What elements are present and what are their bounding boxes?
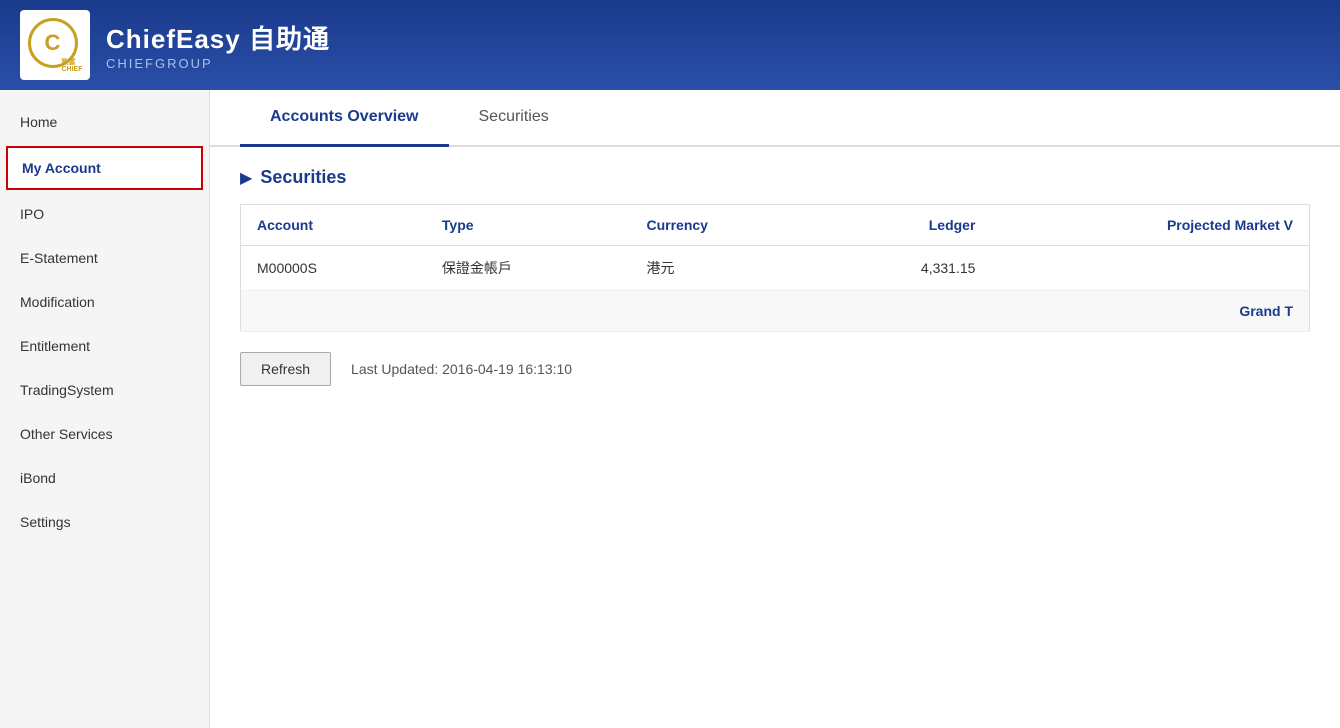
table-row: M00000S 保證金帳戶 港元 4,331.15 — [241, 246, 1310, 291]
tab-bar: Accounts Overview Securities — [210, 90, 1340, 147]
cell-type: 保證金帳戶 — [426, 246, 631, 291]
sidebar-item-entitlement[interactable]: Entitlement — [0, 324, 209, 368]
section-title: Securities — [260, 167, 346, 188]
sidebar-item-ibond[interactable]: iBond — [0, 456, 209, 500]
header-title: ChiefEasy 自助通 CHIEFGROUP — [106, 19, 330, 71]
main-layout: Home My Account IPO E-Statement Modifica… — [0, 90, 1340, 728]
content-area: Accounts Overview Securities ▶ Securitie… — [210, 90, 1340, 728]
footer-area: Refresh Last Updated: 2016-04-19 16:13:1… — [240, 352, 1310, 386]
sidebar-item-settings[interactable]: Settings — [0, 500, 209, 544]
cell-account: M00000S — [241, 246, 426, 291]
table-header-row: Account Type Currency Ledger Projected M… — [241, 205, 1310, 246]
sidebar-item-home[interactable]: Home — [0, 100, 209, 144]
refresh-button[interactable]: Refresh — [240, 352, 331, 386]
col-projected-market: Projected Market V — [991, 205, 1309, 246]
app-name: ChiefEasy 自助通 — [106, 19, 330, 56]
sidebar-item-trading-system[interactable]: TradingSystem — [0, 368, 209, 412]
sidebar-item-e-statement[interactable]: E-Statement — [0, 236, 209, 280]
app-header: C 致富CHIEF ChiefEasy 自助通 CHIEFGROUP — [0, 0, 1340, 90]
last-updated-text: Last Updated: 2016-04-19 16:13:10 — [351, 361, 572, 377]
securities-table: Account Type Currency Ledger Projected M… — [240, 204, 1310, 332]
section-arrow-icon: ▶ — [240, 168, 252, 188]
section-header: ▶ Securities — [240, 167, 1310, 188]
cell-currency: 港元 — [630, 246, 817, 291]
sidebar-item-other-services[interactable]: Other Services — [0, 412, 209, 456]
sidebar-item-my-account[interactable]: My Account — [6, 146, 203, 190]
tab-accounts-overview[interactable]: Accounts Overview — [240, 90, 449, 147]
col-account: Account — [241, 205, 426, 246]
logo-inner: C 致富CHIEF — [28, 18, 83, 73]
logo-sub-text: 致富CHIEF — [62, 59, 83, 73]
table-wrapper: Account Type Currency Ledger Projected M… — [240, 204, 1310, 332]
sidebar-item-ipo[interactable]: IPO — [0, 192, 209, 236]
logo-c-letter: C — [45, 30, 61, 56]
sidebar-item-modification[interactable]: Modification — [0, 280, 209, 324]
col-currency: Currency — [630, 205, 817, 246]
logo-box: C 致富CHIEF — [20, 10, 90, 80]
cell-ledger: 4,331.15 — [818, 246, 991, 291]
content-body: ▶ Securities Account Type Currency Ledge… — [210, 147, 1340, 728]
grand-total-row: Grand T — [241, 291, 1310, 332]
grand-total-cell: Grand T — [241, 291, 1310, 332]
cell-projected-market — [991, 246, 1309, 291]
col-type: Type — [426, 205, 631, 246]
sidebar: Home My Account IPO E-Statement Modifica… — [0, 90, 210, 728]
col-ledger: Ledger — [818, 205, 991, 246]
tab-securities[interactable]: Securities — [449, 90, 579, 147]
company-name: CHIEFGROUP — [106, 56, 330, 71]
